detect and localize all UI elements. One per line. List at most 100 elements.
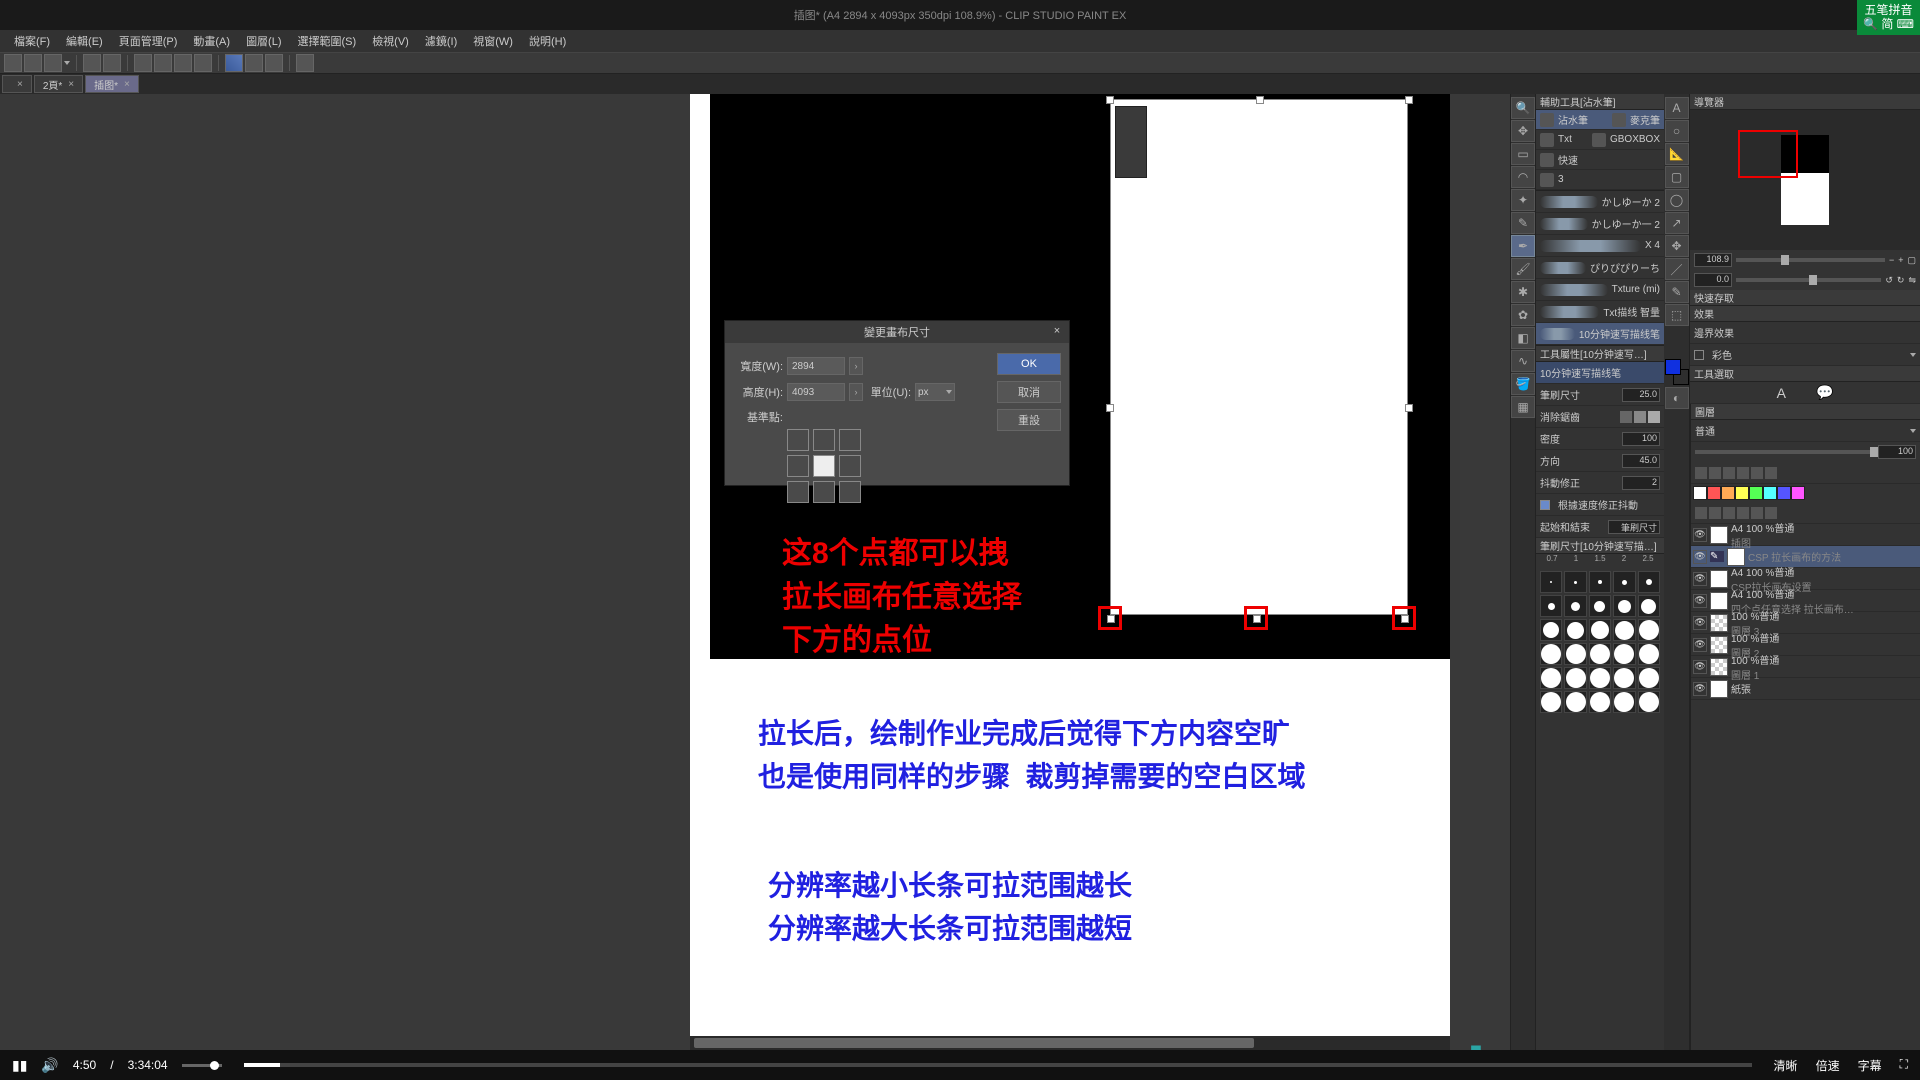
size-option[interactable] <box>1540 667 1562 689</box>
prop-value[interactable]: 2 <box>1622 476 1660 490</box>
preset-item[interactable]: かしゆーか 2 <box>1536 191 1664 213</box>
size-option[interactable] <box>1564 571 1586 593</box>
zoom-fit-icon[interactable]: ▢ <box>1907 255 1916 266</box>
operation-icon[interactable]: ↗ <box>1665 212 1689 234</box>
size-option[interactable] <box>1613 571 1635 593</box>
anchor-tr[interactable] <box>839 429 861 451</box>
quick-header[interactable]: 快速存取 <box>1690 290 1920 306</box>
size-option[interactable] <box>1540 691 1562 713</box>
blend-icon[interactable]: ∿ <box>1511 350 1535 372</box>
speed-button[interactable]: 倍速 <box>1816 1057 1840 1074</box>
text-icon[interactable]: A <box>1665 97 1689 119</box>
prop-value[interactable]: 筆刷尺寸 <box>1608 520 1660 534</box>
unit-select[interactable]: px <box>915 383 955 401</box>
zoom-icon[interactable]: 🔍 <box>1511 97 1535 119</box>
layer-row[interactable]: 👁A4 100 %普通四个点任意选择 拉长画布… <box>1691 590 1920 612</box>
size-option[interactable] <box>1638 691 1660 713</box>
size-option[interactable] <box>1564 691 1586 713</box>
tab-3[interactable]: 插图*× <box>85 75 139 93</box>
slider-track[interactable] <box>1736 278 1881 282</box>
angle-value[interactable]: 0.0 <box>1694 273 1732 287</box>
size-option[interactable] <box>1564 595 1586 617</box>
snap-icon[interactable] <box>265 54 283 72</box>
ok-button[interactable]: OK <box>997 353 1061 375</box>
anchor-bl[interactable] <box>787 481 809 503</box>
figure-icon[interactable]: ◯ <box>1665 189 1689 211</box>
swatch-magenta[interactable] <box>1791 486 1805 500</box>
delete-icon[interactable] <box>134 54 152 72</box>
swatch-orange[interactable] <box>1721 486 1735 500</box>
width-input[interactable] <box>787 357 845 375</box>
layer-row[interactable]: 👁A4 100 %普通插图 <box>1691 524 1920 546</box>
tab-1[interactable]: × <box>2 75 32 93</box>
balloon-mode-icon[interactable]: 💬 <box>1816 384 1833 401</box>
slider-track[interactable] <box>1736 258 1885 262</box>
flip-icon[interactable]: ⇋ <box>1908 275 1916 286</box>
prop-value[interactable]: 25.0 <box>1622 388 1660 402</box>
pause-button[interactable]: ▮▮ <box>12 1057 27 1074</box>
ruler2-icon[interactable]: 📐 <box>1665 143 1689 165</box>
close-icon[interactable]: × <box>68 79 74 90</box>
cancel-button[interactable]: 取消 <box>997 381 1061 403</box>
opacity-value[interactable]: 100 <box>1878 445 1916 459</box>
frame-icon[interactable]: ▢ <box>1665 166 1689 188</box>
menu-file[interactable]: 檔案(F) <box>8 31 56 51</box>
preset-item[interactable]: かしゆーか一 2 <box>1536 213 1664 235</box>
preset-item[interactable]: Txture (mi) <box>1536 279 1664 301</box>
slider-track[interactable] <box>1695 450 1874 454</box>
ime-badge[interactable]: 五笔拼音 🔍 简 ⌨ <box>1857 0 1920 35</box>
anchor-tm[interactable] <box>813 429 835 451</box>
selection-handle-br[interactable] <box>1401 615 1409 623</box>
new-icon[interactable] <box>4 54 22 72</box>
correct-icon[interactable]: ✎ <box>1665 281 1689 303</box>
border-effect-row[interactable]: 邊界效果 <box>1690 322 1920 344</box>
scale-icon[interactable] <box>174 54 192 72</box>
visibility-icon[interactable]: 👁 <box>1693 682 1707 696</box>
menu-help[interactable]: 說明(H) <box>523 31 572 51</box>
canvas-viewport[interactable]: 變更畫布尺寸 × 寬度(W): › 高度(H): › 單位(U): px <box>0 94 1510 1050</box>
zoom-in-icon[interactable]: + <box>1898 255 1903 265</box>
size-option[interactable] <box>1564 643 1586 665</box>
select-icon[interactable]: ▭ <box>1511 143 1535 165</box>
anchor-tl[interactable] <box>787 429 809 451</box>
size-option[interactable] <box>1564 619 1586 641</box>
size-option[interactable] <box>1589 667 1611 689</box>
delete-layer-icon[interactable] <box>1737 507 1749 519</box>
toolprop-header[interactable]: 工具屬性[10分钟速写…] <box>1536 346 1664 362</box>
progress-bar[interactable] <box>244 1063 1752 1067</box>
size-option[interactable] <box>1638 643 1660 665</box>
save-icon[interactable] <box>44 54 62 72</box>
line-icon[interactable]: ／ <box>1665 258 1689 280</box>
size-option[interactable] <box>1613 619 1635 641</box>
layer-blend-row[interactable]: 普通 <box>1691 420 1920 442</box>
up-icon[interactable] <box>1765 507 1777 519</box>
dialog-titlebar[interactable]: 變更畫布尺寸 × <box>725 321 1069 343</box>
fill-icon[interactable]: 🪣 <box>1511 373 1535 395</box>
ruler-icon[interactable] <box>225 54 243 72</box>
clip-icon[interactable] <box>1709 467 1721 479</box>
size-option[interactable] <box>1613 595 1635 617</box>
tone-header[interactable]: 工具選取 <box>1690 366 1920 382</box>
zoom-value[interactable]: 108.9 <box>1694 253 1732 267</box>
navigator-canvas[interactable] <box>1690 110 1920 250</box>
menu-window[interactable]: 視窗(W) <box>467 31 519 51</box>
size-option[interactable] <box>1589 691 1611 713</box>
subtitle-button[interactable]: 字幕 <box>1858 1057 1882 1074</box>
chevron-down-icon[interactable] <box>1910 429 1916 433</box>
prop-speed-check[interactable]: 根據速度修正抖動 <box>1536 494 1664 516</box>
undo-icon[interactable] <box>83 54 101 72</box>
swatch-red[interactable] <box>1707 486 1721 500</box>
anchor-ml[interactable] <box>787 455 809 477</box>
menu-view[interactable]: 檢視(V) <box>366 31 415 51</box>
visibility-icon[interactable]: 👁 <box>1693 550 1707 564</box>
eyedropper-icon[interactable]: ✎ <box>1511 212 1535 234</box>
size-option[interactable] <box>1589 595 1611 617</box>
radio-icon[interactable] <box>1694 350 1704 360</box>
tab-2[interactable]: 2頁*× <box>34 75 83 93</box>
down-icon[interactable] <box>1751 507 1763 519</box>
size-option[interactable] <box>1540 643 1562 665</box>
size-option[interactable] <box>1638 571 1660 593</box>
size-option[interactable] <box>1540 571 1562 593</box>
fullscreen-button[interactable]: ⛶ <box>1900 1057 1908 1074</box>
text-mode-icon[interactable]: A <box>1777 385 1786 401</box>
